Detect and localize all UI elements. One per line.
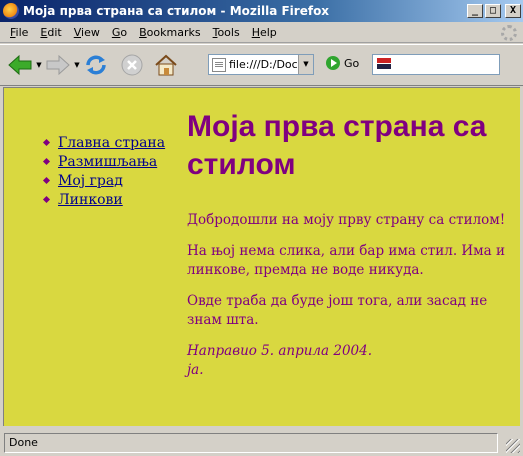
bullet-icon: [42, 195, 51, 204]
forward-button[interactable]: [44, 51, 72, 79]
maximize-button[interactable]: □: [485, 4, 501, 18]
signature-author: ја.: [187, 362, 204, 378]
stop-button[interactable]: [118, 51, 146, 79]
status-bar: Done: [0, 429, 523, 456]
nav-item: Линкови: [42, 190, 165, 209]
nav-item: Размишљања: [42, 152, 165, 171]
go-arrow-icon: [326, 56, 340, 70]
address-bar[interactable]: file:///D:/Doc ▼: [208, 54, 314, 75]
menu-tools[interactable]: Tools: [207, 26, 246, 39]
menu-help[interactable]: Help: [246, 26, 283, 39]
forward-arrow-icon: [46, 54, 70, 76]
page-heading: Моја прва страна са стилом: [187, 110, 487, 181]
signature-date: Направио 5. априла 2004.: [187, 343, 373, 359]
window-controls: _ □ X: [467, 4, 521, 18]
bullet-icon: [42, 157, 51, 166]
address-input[interactable]: file:///D:/Doc: [229, 58, 298, 71]
title-bar[interactable]: Моја прва страна са стилом - Mozilla Fir…: [0, 0, 523, 22]
throbber-icon: [501, 25, 517, 41]
nav-link-my-city[interactable]: Мој град: [58, 173, 123, 189]
minimize-button[interactable]: _: [467, 4, 483, 18]
status-pane: Done: [4, 432, 498, 453]
resize-grip-icon[interactable]: [506, 439, 520, 453]
search-input[interactable]: [395, 58, 499, 71]
style-paragraph: На њој нема слика, али бар има стил. Има…: [187, 243, 506, 278]
signature: Направио 5. априла 2004. ја.: [187, 342, 517, 380]
menu-edit[interactable]: Edit: [34, 26, 67, 39]
address-dropdown-button[interactable]: ▼: [298, 55, 313, 74]
nav-item: Мој град: [42, 171, 165, 190]
go-button[interactable]: Go: [326, 56, 359, 70]
nav-item: Главна страна: [42, 133, 165, 152]
forward-history-dropdown[interactable]: ▼: [72, 51, 82, 79]
close-button[interactable]: X: [505, 4, 521, 18]
back-history-dropdown[interactable]: ▼: [34, 51, 44, 79]
nav-link-thoughts[interactable]: Размишљања: [58, 154, 157, 170]
navigation-toolbar: ▼ ▼ file:///D:/Doc ▼ Go: [0, 44, 523, 86]
menu-bar: File Edit View Go Bookmarks Tools Help: [0, 22, 523, 43]
back-arrow-icon: [8, 54, 32, 76]
menu-file[interactable]: File: [4, 26, 34, 39]
page-icon: [212, 57, 226, 72]
nav-link-links[interactable]: Линкови: [58, 192, 123, 208]
menu-go[interactable]: Go: [106, 26, 133, 39]
home-icon: [155, 54, 177, 76]
status-text: Done: [9, 436, 38, 449]
bullet-icon: [42, 138, 51, 147]
reload-icon: [86, 55, 106, 75]
window-title: Моја прва страна са стилом - Mozilla Fir…: [23, 4, 330, 18]
home-button[interactable]: [152, 51, 180, 79]
menu-bookmarks[interactable]: Bookmarks: [133, 26, 206, 39]
site-navigation: Главна страна Размишљања Мој град Линков…: [42, 133, 165, 209]
main-article: Моја прва страна са стилом Добродошли на…: [187, 108, 517, 392]
page-content: Главна страна Размишљања Мој град Линков…: [3, 87, 520, 426]
nav-link-home[interactable]: Главна страна: [58, 135, 165, 151]
stop-icon: [121, 54, 143, 76]
back-button[interactable]: [6, 51, 34, 79]
search-bar[interactable]: [372, 54, 500, 75]
search-engine-icon[interactable]: [377, 58, 395, 71]
go-label: Go: [344, 56, 360, 70]
bullet-icon: [42, 176, 51, 185]
firefox-icon: [3, 3, 19, 19]
todo-paragraph: Овде траба да буде још тога, али засад н…: [187, 293, 488, 328]
reload-button[interactable]: [82, 51, 110, 79]
welcome-paragraph: Добродошли на моју прву страну са стилом…: [187, 212, 506, 228]
menu-view[interactable]: View: [68, 26, 106, 39]
